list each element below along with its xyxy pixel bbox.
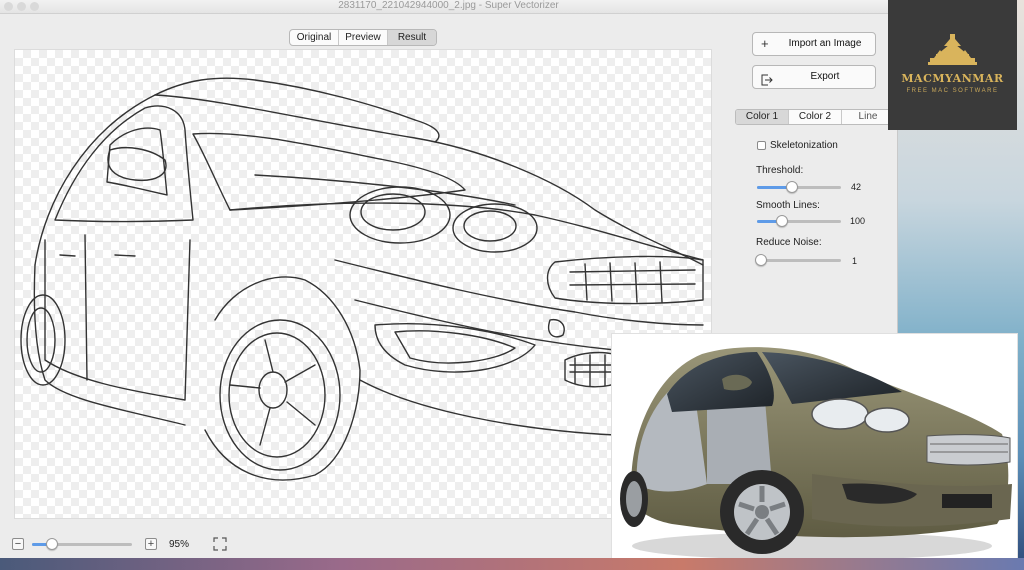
car-photo-image — [620, 347, 1012, 560]
threshold-label: Threshold: — [756, 165, 804, 176]
plus-icon: + — [761, 36, 769, 51]
tab-color-1[interactable]: Color 1 — [736, 110, 789, 124]
reduce-noise-value: 1 — [852, 256, 858, 266]
tab-line[interactable]: Line — [842, 110, 894, 124]
logo-name: MACMYANMAR — [901, 72, 1004, 85]
original-car-photo — [611, 333, 1018, 565]
view-mode-control: Original Preview Result — [289, 29, 437, 46]
export-button[interactable]: Export — [752, 65, 876, 89]
fullscreen-icon[interactable] — [213, 537, 227, 551]
vectorized-car-outline — [20, 77, 704, 481]
threshold-slider-knob[interactable] — [786, 181, 798, 193]
zoom-slider-knob[interactable] — [46, 538, 58, 550]
threshold-value: 42 — [851, 182, 862, 192]
smooth-lines-label: Smooth Lines: — [756, 200, 820, 211]
pagoda-icon — [928, 34, 977, 65]
smooth-lines-slider[interactable] — [757, 215, 841, 227]
zoom-slider[interactable] — [32, 538, 132, 550]
zoom-in-button[interactable]: + — [145, 538, 157, 550]
import-image-label: Import an Image — [788, 38, 862, 49]
view-mode-preview[interactable]: Preview — [339, 30, 388, 45]
threshold-slider[interactable] — [757, 181, 841, 193]
zoom-level: 95% — [169, 539, 190, 550]
result-canvas[interactable] — [14, 49, 712, 519]
skeletonization-label: Skeletonization — [770, 140, 838, 151]
view-mode-original[interactable]: Original — [290, 30, 339, 45]
export-label: Export — [810, 71, 840, 82]
smooth-lines-value: 100 — [850, 216, 866, 226]
dock-strip — [0, 558, 1024, 570]
reduce-noise-slider-knob[interactable] — [755, 254, 767, 266]
tab-color-2[interactable]: Color 2 — [789, 110, 842, 124]
export-icon — [761, 71, 773, 93]
color-mode-tabs: Color 1 Color 2 Line — [735, 109, 895, 125]
reduce-noise-slider[interactable] — [755, 254, 841, 266]
title-bar: 2831170_221042944000_2.jpg - Super Vecto… — [0, 0, 897, 14]
reduce-noise-label: Reduce Noise: — [756, 237, 822, 248]
skeletonization-checkbox[interactable] — [757, 141, 766, 150]
view-mode-result[interactable]: Result — [388, 30, 436, 45]
smooth-lines-slider-knob[interactable] — [776, 215, 788, 227]
logo-tagline: FREE MAC SOFTWARE — [906, 88, 999, 94]
site-logo: MACMYANMAR FREE MAC SOFTWARE — [888, 0, 1017, 130]
window-title: 2831170_221042944000_2.jpg - Super Vecto… — [338, 0, 559, 11]
zoom-out-button[interactable]: − — [12, 538, 24, 550]
import-image-button[interactable]: + Import an Image — [752, 32, 876, 56]
